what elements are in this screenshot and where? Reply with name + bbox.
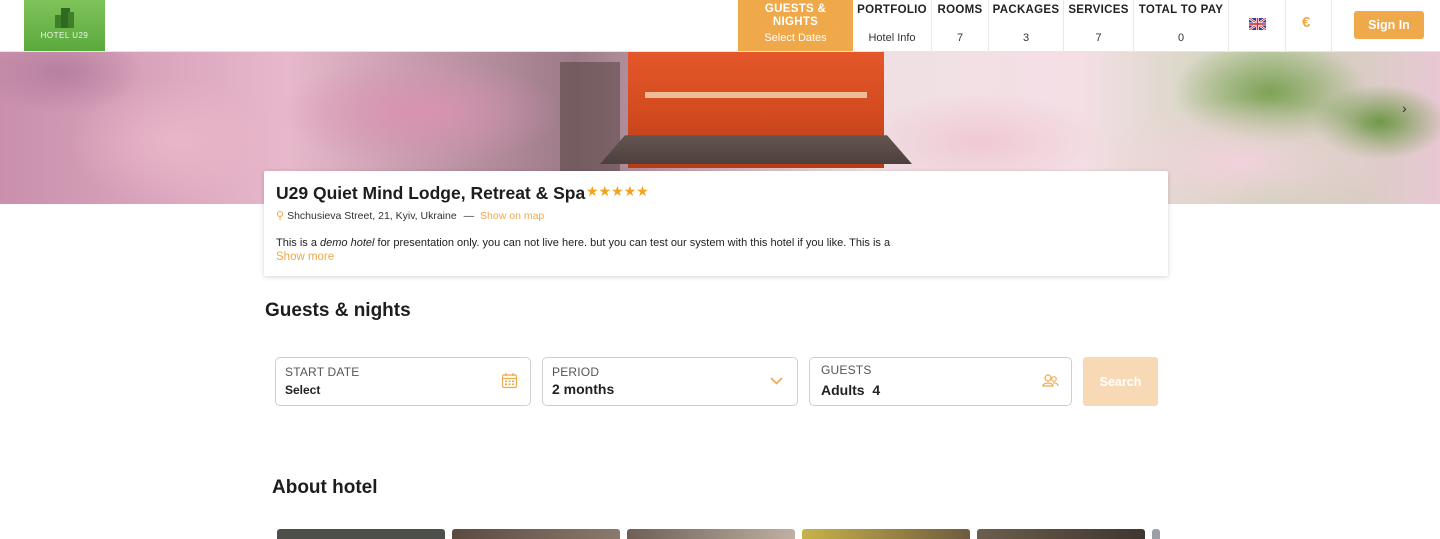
- address-separator: —: [463, 210, 475, 222]
- show-more-link[interactable]: Show more: [276, 251, 334, 263]
- nav-guests-nights[interactable]: GUESTS & NIGHTS Select Dates: [738, 0, 853, 51]
- nav-services-title: SERVICES: [1068, 4, 1129, 16]
- nav-guests-nights-sub: Select Dates: [764, 32, 827, 44]
- currency-symbol[interactable]: €: [1302, 14, 1310, 31]
- nav-services[interactable]: SERVICES 7: [1064, 0, 1134, 51]
- nav-portfolio-sub: Hotel Info: [868, 32, 916, 44]
- guests-label: GUESTS: [821, 363, 872, 377]
- chevron-right-icon[interactable]: ›: [1402, 100, 1407, 116]
- calendar-icon: [501, 373, 518, 389]
- uk-flag-icon[interactable]: [1249, 18, 1266, 30]
- nav-total-to-pay[interactable]: TOTAL TO PAY 0: [1134, 0, 1229, 51]
- hotel-address: Shchusieva Street, 21, Kyiv, Ukraine: [287, 210, 457, 222]
- logo-text: HOTEL U29: [40, 31, 89, 40]
- nav-packages-count: 3: [1022, 32, 1030, 44]
- nav-total-to-pay-title: TOTAL TO PAY: [1138, 4, 1224, 16]
- guests-nights-heading: Guests & nights: [265, 300, 411, 321]
- about-hotel-heading: About hotel: [272, 477, 378, 498]
- nav-rooms-count: 7: [956, 32, 964, 44]
- gallery-photo[interactable]: [1152, 529, 1160, 539]
- hotel-name: U29 Quiet Mind Lodge, Retreat & Spa: [276, 183, 586, 203]
- nav-total-to-pay-value: 0: [1177, 32, 1185, 44]
- nav-portfolio[interactable]: PORTFOLIO Hotel Info: [853, 0, 932, 51]
- nav-services-count: 7: [1095, 32, 1102, 44]
- start-date-value: Select: [285, 383, 321, 397]
- period-value: 2 months: [552, 381, 615, 397]
- description-text-start: This is a: [276, 237, 321, 249]
- hotel-logo[interactable]: HOTEL U29: [24, 0, 105, 51]
- gallery-photo[interactable]: [977, 529, 1145, 539]
- gallery-photo[interactable]: [452, 529, 620, 539]
- guests-icon: [1042, 374, 1059, 387]
- nav-rooms[interactable]: ROOMS 7: [932, 0, 989, 51]
- start-date-label: START DATE: [285, 365, 360, 379]
- hotel-address-row: ⚲ Shchusieva Street, 21, Kyiv, Ukraine — …: [276, 209, 544, 222]
- guests-field[interactable]: GUESTS Adults 4: [809, 357, 1072, 406]
- gallery-photo[interactable]: [627, 529, 795, 539]
- nav-rooms-title: ROOMS: [937, 4, 983, 16]
- building-icon: [55, 8, 74, 28]
- period-label: PERIOD: [552, 365, 600, 379]
- top-header: HOTEL U29 GUESTS & NIGHTS Select Dates P…: [0, 0, 1440, 52]
- hotel-stars-rating: ★★★★★: [586, 183, 649, 199]
- search-button[interactable]: Search: [1083, 357, 1158, 406]
- show-on-map-link[interactable]: Show on map: [480, 210, 544, 222]
- hotel-description: This is a demo hotel for presentation on…: [276, 237, 890, 249]
- guests-value: Adults 4: [821, 382, 881, 398]
- nav-packages[interactable]: PACKAGES 3: [989, 0, 1064, 51]
- hero-pagoda-band: [645, 92, 867, 98]
- nav-packages-title: PACKAGES: [992, 4, 1060, 16]
- nav-guests-nights-title: GUESTS & NIGHTS: [764, 3, 827, 28]
- nav-portfolio-title: PORTFOLIO: [857, 4, 927, 16]
- gallery-photo[interactable]: [802, 529, 970, 539]
- gallery-photo[interactable]: [277, 529, 445, 539]
- period-select[interactable]: PERIOD 2 months: [542, 357, 798, 406]
- description-text-end: for presentation only. you can not live …: [374, 237, 891, 249]
- start-date-field[interactable]: START DATE Select: [275, 357, 531, 406]
- sign-in-button[interactable]: Sign In: [1354, 11, 1424, 39]
- hotel-info-card: U29 Quiet Mind Lodge, Retreat & Spa ★★★★…: [264, 171, 1168, 276]
- description-emphasis: demo hotel: [320, 237, 375, 249]
- chevron-down-icon: [770, 377, 783, 385]
- map-pin-icon: ⚲: [276, 210, 285, 222]
